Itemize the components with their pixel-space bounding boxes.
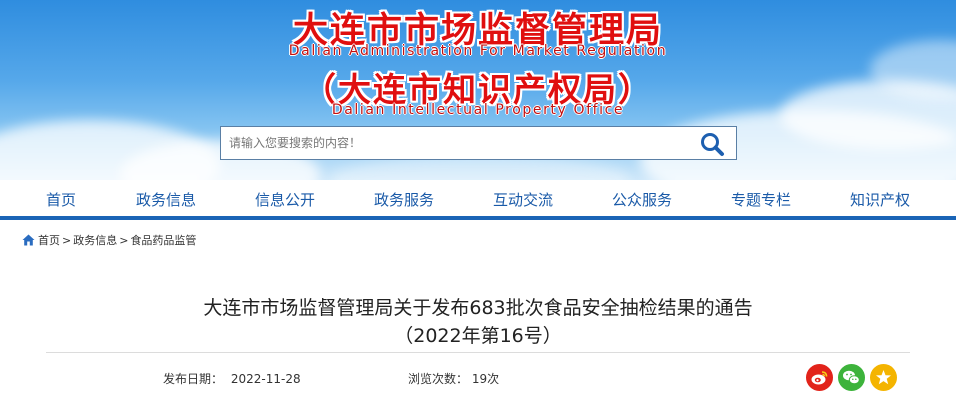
star-icon [876,370,891,385]
share-wechat-button[interactable] [838,364,865,391]
breadcrumb-separator: > [62,233,72,247]
search-box [220,126,737,160]
breadcrumb-food-drug[interactable]: 食品药品监管 [130,232,196,248]
publish-date-value: 2022-11-28 [230,372,301,386]
nav-gov-service[interactable]: 政务服务 [344,180,464,216]
site-title-english: Dalian Administration For Market Regulat… [288,43,668,59]
home-icon [22,234,35,246]
nav-info-public[interactable]: 信息公开 [225,180,345,216]
article-subtitle: （2022年第16号） [394,325,562,347]
wechat-icon [843,370,860,385]
view-count: 浏览次数： 19次 [408,370,499,387]
site-subtitle-english: Dalian Intellectual Property Office [331,102,625,118]
share-weibo-button[interactable] [806,364,833,391]
publish-date: 发布日期： 2022-11-28 [163,370,301,387]
search-input[interactable] [229,132,679,154]
nav-public-service[interactable]: 公众服务 [582,180,702,216]
article-title: 大连市市场监督管理局关于发布683批次食品安全抽检结果的通告 [203,297,753,319]
favorite-button[interactable] [870,364,897,391]
publish-date-label: 发布日期： [163,372,224,386]
nav-special-topics[interactable]: 专题专栏 [701,180,821,216]
title-divider [46,352,910,353]
nav-gov-info[interactable]: 政务信息 [106,180,226,216]
search-icon [701,133,724,156]
breadcrumb-home[interactable]: 首页 [38,232,60,248]
nav-interaction[interactable]: 互动交流 [463,180,583,216]
main-nav: 首页 政务信息 信息公开 政务服务 互动交流 公众服务 专题专栏 知识产权 [0,180,956,220]
weibo-icon [811,371,828,385]
nav-ip[interactable]: 知识产权 [820,180,940,216]
breadcrumb-gov-info[interactable]: 政务信息 [73,232,117,248]
header-banner: 大连市市场监督管理局 Dalian Administration For Mar… [0,0,956,180]
breadcrumb-separator: > [119,233,129,247]
view-count-value: 19次 [471,372,500,386]
view-count-label: 浏览次数： [408,372,469,386]
nav-home[interactable]: 首页 [1,180,121,216]
breadcrumb: 首页 > 政务信息 > 食品药品监管 [22,232,196,248]
search-button[interactable] [698,130,726,158]
